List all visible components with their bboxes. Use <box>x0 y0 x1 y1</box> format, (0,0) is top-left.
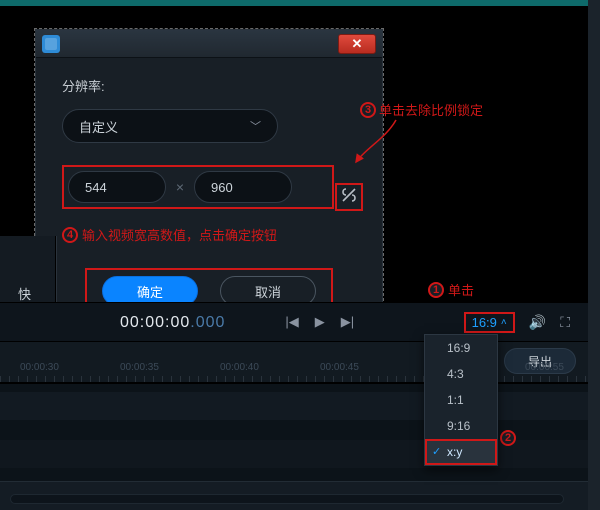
cancel-label: 取消 <box>255 282 281 301</box>
callout-3: 3 单击去除比例锁定 <box>360 100 483 119</box>
transport-bar: 00:00:00.000 |◀ ▶ ▶| 16:9 ˄ 🔊 ⛶ <box>0 302 588 342</box>
link-broken-icon <box>340 186 358 209</box>
times-symbol: × <box>166 179 194 195</box>
aspect-option-custom[interactable]: x:y <box>425 439 497 465</box>
tick-label: 00:00:35 <box>120 362 159 373</box>
dialog-frame: ✕ 分辨率: 自定义 ﹀ 544 × 960 4 输入视频宽高数值，点击确定按钮 <box>35 29 383 335</box>
ok-label: 确定 <box>137 282 163 301</box>
volume-icon[interactable]: 🔊 <box>529 314 546 331</box>
tick-label: 00:00:55 <box>525 362 564 373</box>
prev-frame-button[interactable]: |◀ <box>285 314 298 330</box>
callout-3-badge: 3 <box>360 102 376 118</box>
chevron-down-icon: ﹀ <box>250 118 261 134</box>
app-icon <box>42 35 60 53</box>
callout-1-text: 单击 <box>448 280 474 299</box>
tick-label: 00:00:45 <box>320 362 359 373</box>
transport-controls: |◀ ▶ ▶| <box>285 314 354 330</box>
play-button[interactable]: ▶ <box>315 314 325 330</box>
resolution-preset-select[interactable]: 自定义 ﹀ <box>62 109 278 143</box>
aspect-ratio-menu: 16:9 4:3 1:1 9:16 x:y <box>424 334 498 466</box>
callout-3-arrow <box>356 118 416 168</box>
aspect-option-1-1[interactable]: 1:1 <box>425 387 497 413</box>
resolution-label: 分辨率: <box>62 76 356 95</box>
timeline-tickmarks <box>0 376 588 382</box>
resolution-dialog: ✕ 分辨率: 自定义 ﹀ 544 × 960 4 输入视频宽高数值，点击确定按钮 <box>34 28 384 336</box>
fullscreen-icon[interactable]: ⛶ <box>560 314 570 331</box>
height-value: 960 <box>211 180 233 195</box>
tick-label: 00:00:40 <box>220 362 259 373</box>
next-frame-button[interactable]: ▶| <box>341 314 354 330</box>
timecode: 00:00:00.000 <box>120 312 225 332</box>
callout-2-badge: 2 <box>500 430 516 446</box>
aspect-lock-toggle[interactable] <box>335 183 363 211</box>
horizontal-scrollbar[interactable] <box>10 494 564 504</box>
callout-1: 1 单击 <box>428 280 474 299</box>
dialog-titlebar[interactable]: ✕ <box>36 30 382 58</box>
preset-selected-value: 自定义 <box>79 117 118 136</box>
timecode-main: 00:00:00 <box>120 314 190 331</box>
quick-label: 快 <box>18 284 31 303</box>
close-icon: ✕ <box>352 36 363 52</box>
timecode-ms: .000 <box>190 314 225 331</box>
close-button[interactable]: ✕ <box>338 34 376 54</box>
chevron-up-icon: ˄ <box>501 317 507 328</box>
callout-4: 4 输入视频宽高数值，点击确定按钮 <box>62 225 356 244</box>
width-height-row: 544 × 960 <box>62 165 334 209</box>
height-input[interactable]: 960 <box>194 171 292 203</box>
tick-label: 00:00:30 <box>20 362 59 373</box>
width-value: 544 <box>85 180 107 195</box>
aspect-option-4-3[interactable]: 4:3 <box>425 361 497 387</box>
callout-3-text: 单击去除比例锁定 <box>379 100 483 119</box>
aspect-current-value: 16:9 <box>472 315 497 330</box>
width-input[interactable]: 544 <box>68 171 166 203</box>
callout-4-badge: 4 <box>62 227 78 243</box>
timeline-track-1[interactable] <box>0 392 588 420</box>
aspect-option-16-9[interactable]: 16:9 <box>425 335 497 361</box>
bottom-bar <box>0 482 588 510</box>
dialog-body: 分辨率: 自定义 ﹀ 544 × 960 4 输入视频宽高数值，点击确定按钮 <box>36 58 382 334</box>
callout-4-text: 输入视频宽高数值，点击确定按钮 <box>82 225 277 244</box>
window-right-border <box>588 0 600 510</box>
aspect-ratio-dropdown[interactable]: 16:9 ˄ <box>464 312 515 333</box>
callout-2: 2 <box>500 428 516 446</box>
callout-1-badge: 1 <box>428 282 444 298</box>
aspect-option-9-16[interactable]: 9:16 <box>425 413 497 439</box>
